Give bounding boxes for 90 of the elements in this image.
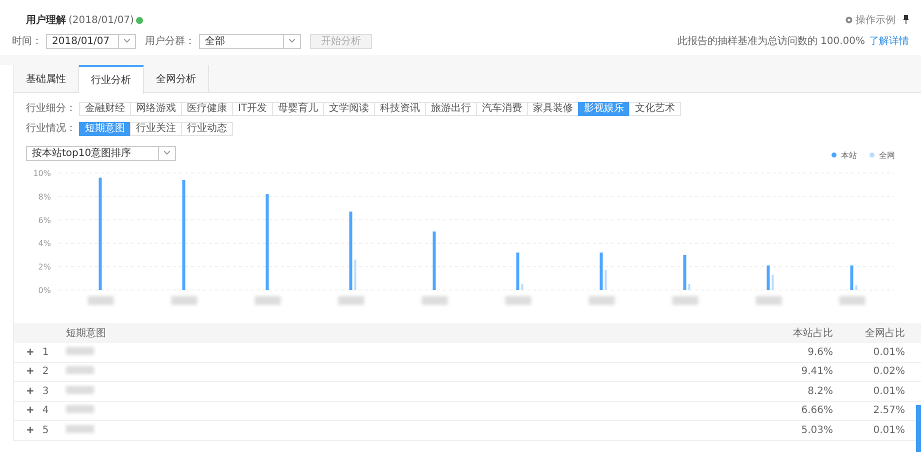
sampling-note: 此报告的抽样基准为总访问数的 100.00% bbox=[677, 34, 865, 49]
table-cell-text: 8.2% bbox=[806, 384, 834, 399]
expand-button[interactable]: + bbox=[26, 403, 34, 418]
blurred-label bbox=[422, 296, 448, 305]
page-title: 用户理解 bbox=[26, 13, 66, 28]
bar bbox=[521, 284, 524, 290]
axis-label: 0% bbox=[38, 286, 51, 295]
sort-select[interactable]: 按本站top10意图排序 bbox=[26, 146, 176, 161]
axis-label: 10% bbox=[33, 169, 51, 178]
table-cell-text: 0.01% bbox=[872, 346, 906, 360]
blurred-label bbox=[672, 296, 698, 305]
caret-icon bbox=[164, 151, 170, 156]
rank-cell-text: 4 bbox=[42, 404, 49, 418]
column-header: 短期意图 bbox=[66, 326, 107, 340]
column-header: 本站占比 bbox=[792, 326, 834, 340]
bar bbox=[683, 254, 686, 290]
tab[interactable]: 全网分析 bbox=[144, 65, 209, 93]
filter-label: 行业细分： bbox=[26, 102, 76, 116]
filter-chip[interactable]: 金融财经 bbox=[79, 102, 131, 116]
blurred-label bbox=[505, 296, 532, 305]
table-cell-text: 0.02% bbox=[872, 365, 906, 380]
blurred-label bbox=[66, 366, 94, 374]
table-cell-text: 0.01% bbox=[872, 384, 906, 399]
blurred-label bbox=[756, 296, 782, 305]
filter-chip[interactable]: 母婴育儿 bbox=[272, 102, 324, 116]
table-cell-text: 9.6% bbox=[806, 346, 834, 360]
blurred-label bbox=[66, 405, 94, 414]
filter-chip[interactable]: 网络游戏 bbox=[130, 102, 182, 116]
blurred-label bbox=[588, 296, 615, 305]
filter-chip[interactable]: 文学阅读 bbox=[323, 102, 376, 116]
filter-chip[interactable]: 旅游出行 bbox=[425, 102, 478, 116]
expand-button[interactable]: + bbox=[26, 422, 34, 438]
segment-select[interactable]: 全部 bbox=[199, 34, 301, 49]
table-cell-text: 0.01% bbox=[872, 424, 906, 438]
legend-label: 本站 bbox=[841, 151, 857, 160]
bar bbox=[604, 270, 607, 290]
axis-label: 2% bbox=[38, 262, 51, 272]
filter-chip[interactable]: 科技资讯 bbox=[374, 102, 426, 116]
date-select[interactable]: 2018/01/07 bbox=[46, 34, 136, 49]
blurred-label bbox=[254, 296, 281, 305]
legend-item: 全网 bbox=[870, 151, 895, 160]
filter-label: 用户分群： bbox=[145, 34, 195, 49]
bar bbox=[766, 265, 770, 290]
legend-item: 本站 bbox=[832, 151, 857, 160]
filter-label: 行业情况： bbox=[26, 122, 76, 136]
axis-label: 6% bbox=[38, 216, 51, 225]
filter-chip[interactable]: 医疗健康 bbox=[181, 102, 233, 116]
bar bbox=[688, 284, 690, 290]
bar bbox=[600, 252, 603, 290]
filter-label: 时间： bbox=[12, 34, 42, 49]
filter-chip[interactable]: 汽车消费 bbox=[476, 102, 528, 116]
bar bbox=[772, 274, 774, 290]
blurred-label bbox=[66, 386, 94, 394]
expand-button[interactable]: + bbox=[26, 384, 34, 399]
caret-icon bbox=[124, 39, 130, 44]
help-link[interactable]: 操作示例 bbox=[856, 12, 896, 28]
filter-chip[interactable]: 文化艺术 bbox=[629, 102, 682, 116]
blurred-label bbox=[839, 296, 866, 305]
caret-icon bbox=[289, 39, 295, 44]
column-header: 全网占比 bbox=[864, 326, 906, 340]
table-cell-text: 9.41% bbox=[800, 365, 834, 380]
table-cell-text: 5.03% bbox=[800, 424, 834, 438]
expand-button[interactable]: + bbox=[26, 344, 34, 360]
bar bbox=[516, 252, 520, 290]
filter-chip[interactable]: 家具装修 bbox=[527, 102, 580, 116]
filter-chip[interactable]: 行业关注 bbox=[130, 122, 182, 136]
bar bbox=[354, 260, 356, 290]
status-dot bbox=[136, 16, 144, 24]
filter-chip[interactable]: 行业动态 bbox=[181, 122, 233, 136]
rank-cell-text: 1 bbox=[42, 346, 49, 360]
tab[interactable]: 行业分析 bbox=[79, 65, 144, 94]
table-cell-text: 6.66% bbox=[800, 404, 834, 418]
rank-cell-text: 5 bbox=[42, 424, 49, 438]
bar bbox=[432, 232, 436, 290]
rank-cell-text: 2 bbox=[42, 365, 49, 380]
blurred-label bbox=[66, 424, 94, 433]
table-cell-text: 2.57% bbox=[872, 404, 906, 418]
axis-label: 8% bbox=[38, 192, 51, 202]
blurred-label bbox=[338, 296, 364, 305]
rank-cell-text: 3 bbox=[42, 384, 49, 399]
blurred-label bbox=[88, 296, 114, 305]
blurred-label bbox=[66, 346, 94, 355]
side-tab[interactable] bbox=[916, 405, 921, 452]
blurred-label bbox=[171, 296, 198, 305]
report-date: (2018/01/07) bbox=[68, 14, 134, 28]
bar bbox=[850, 265, 854, 290]
axis-label: 4% bbox=[38, 239, 51, 248]
legend-label: 全网 bbox=[879, 151, 895, 160]
expand-button[interactable]: + bbox=[26, 364, 34, 380]
filter-chip[interactable]: IT开发 bbox=[232, 102, 274, 116]
